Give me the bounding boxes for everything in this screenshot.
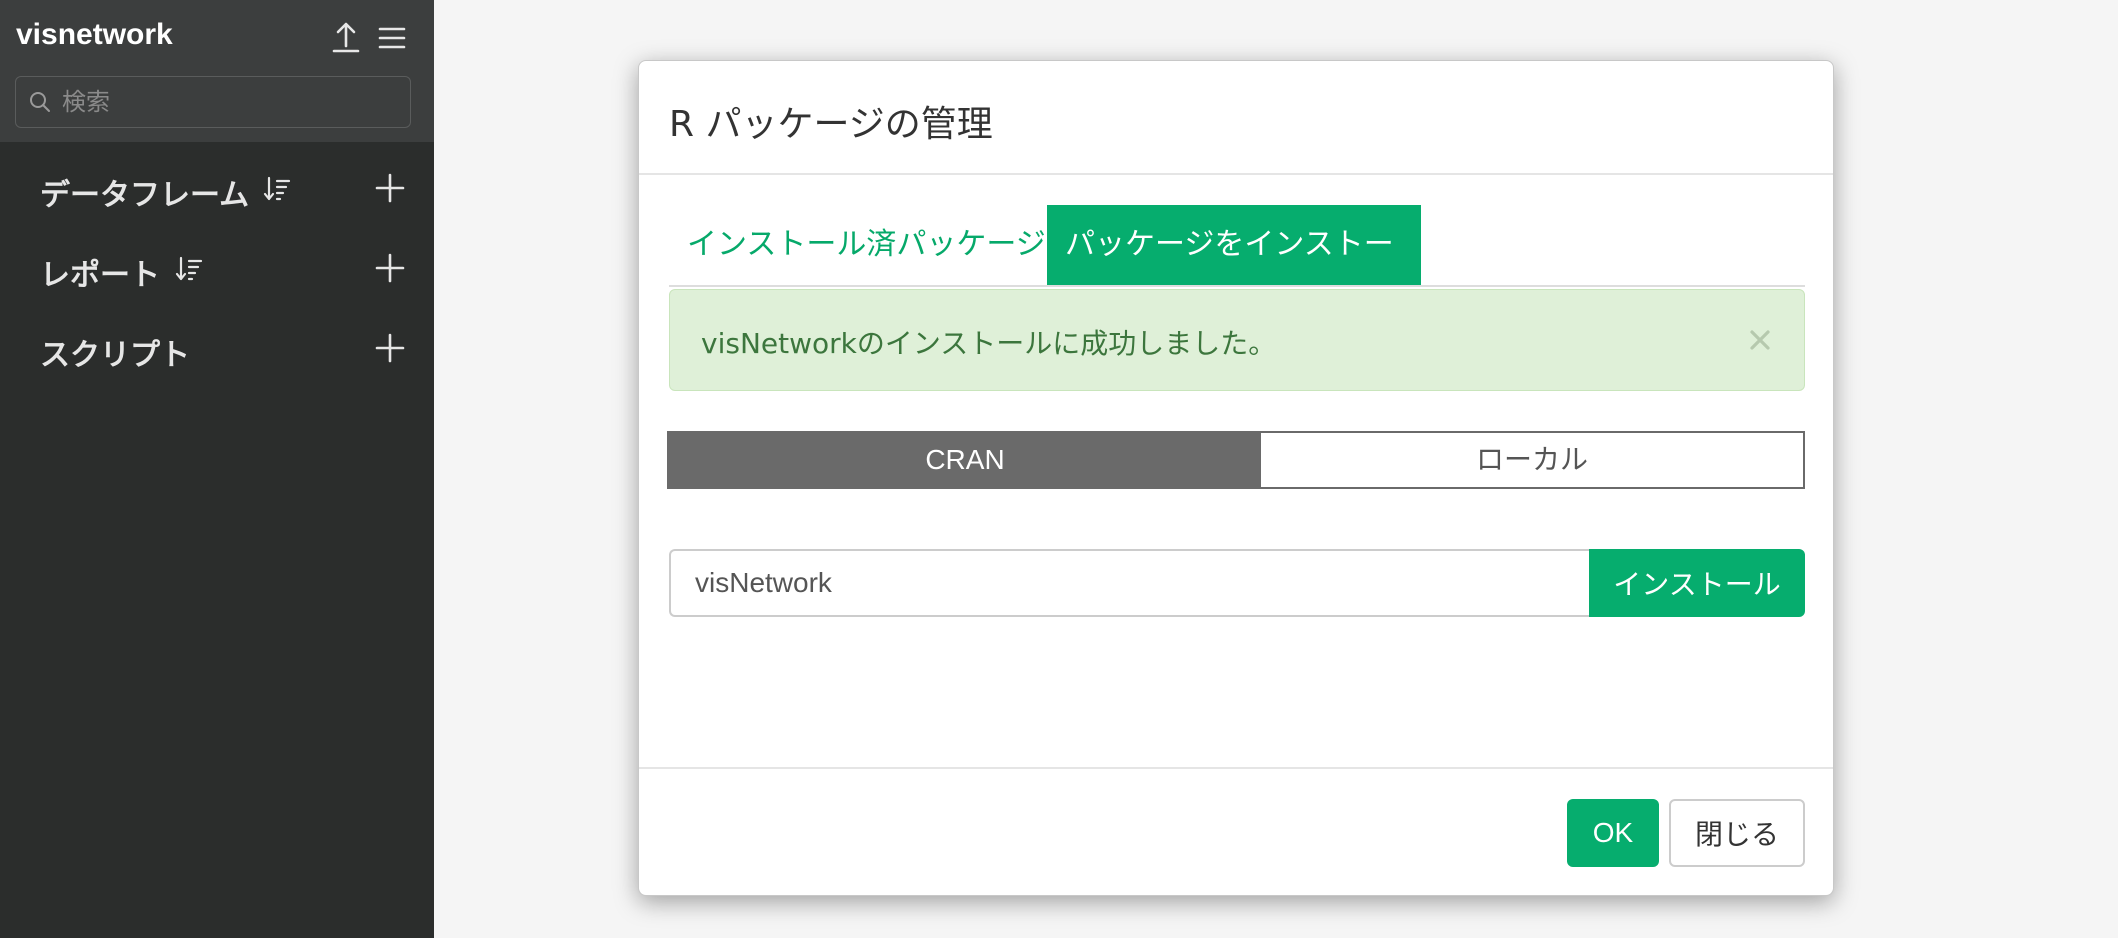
- sort-icon[interactable]: [262, 174, 292, 204]
- sidebar-section-scripts[interactable]: スクリプト: [0, 322, 434, 382]
- divider: [639, 173, 1833, 175]
- hamburger-menu-icon[interactable]: [374, 20, 410, 56]
- add-dataframe-plus-icon[interactable]: [374, 172, 406, 204]
- source-option-cran[interactable]: CRAN: [669, 433, 1261, 487]
- sidebar-section-label: レポート: [40, 258, 160, 293]
- search-icon: [28, 90, 52, 114]
- add-report-plus-icon[interactable]: [374, 252, 406, 284]
- sidebar-section-label: スクリプト: [40, 338, 190, 373]
- install-button[interactable]: インストール: [1589, 549, 1805, 617]
- alert-message: visNetworkのインストールに成功しました。: [701, 327, 1277, 360]
- sort-icon[interactable]: [174, 254, 204, 284]
- sidebar-section-reports[interactable]: レポート: [0, 242, 434, 302]
- source-toggle: CRAN ローカル: [667, 431, 1805, 489]
- search-input[interactable]: [62, 77, 402, 127]
- close-icon[interactable]: [1746, 326, 1774, 354]
- upload-icon[interactable]: [328, 20, 364, 56]
- tab-installed-packages[interactable]: インストール済パッケージ: [669, 205, 1064, 285]
- dialog-title: R パッケージの管理: [669, 104, 993, 145]
- package-name-input[interactable]: [669, 549, 1589, 617]
- success-alert: visNetworkのインストールに成功しました。: [669, 289, 1805, 391]
- sidebar: visnetwork データフレーム レポート ス: [0, 0, 434, 938]
- add-script-plus-icon[interactable]: [374, 332, 406, 364]
- ok-button[interactable]: OK: [1567, 799, 1659, 867]
- search-box: [15, 76, 411, 128]
- sidebar-section-dataframes[interactable]: データフレーム: [0, 162, 434, 222]
- sidebar-section-label: データフレーム: [40, 178, 250, 213]
- r-package-manager-dialog: R パッケージの管理 インストール済パッケージ パッケージをインストール vis…: [638, 60, 1834, 896]
- source-option-local[interactable]: ローカル: [1261, 433, 1803, 487]
- sidebar-header: visnetwork: [0, 0, 434, 142]
- tab-install-package[interactable]: パッケージをインストール: [1047, 205, 1421, 342]
- divider: [639, 767, 1833, 769]
- project-name: visnetwork: [16, 18, 173, 51]
- close-button[interactable]: 閉じる: [1669, 799, 1805, 867]
- tab-bar: インストール済パッケージ パッケージをインストール: [669, 205, 1805, 342]
